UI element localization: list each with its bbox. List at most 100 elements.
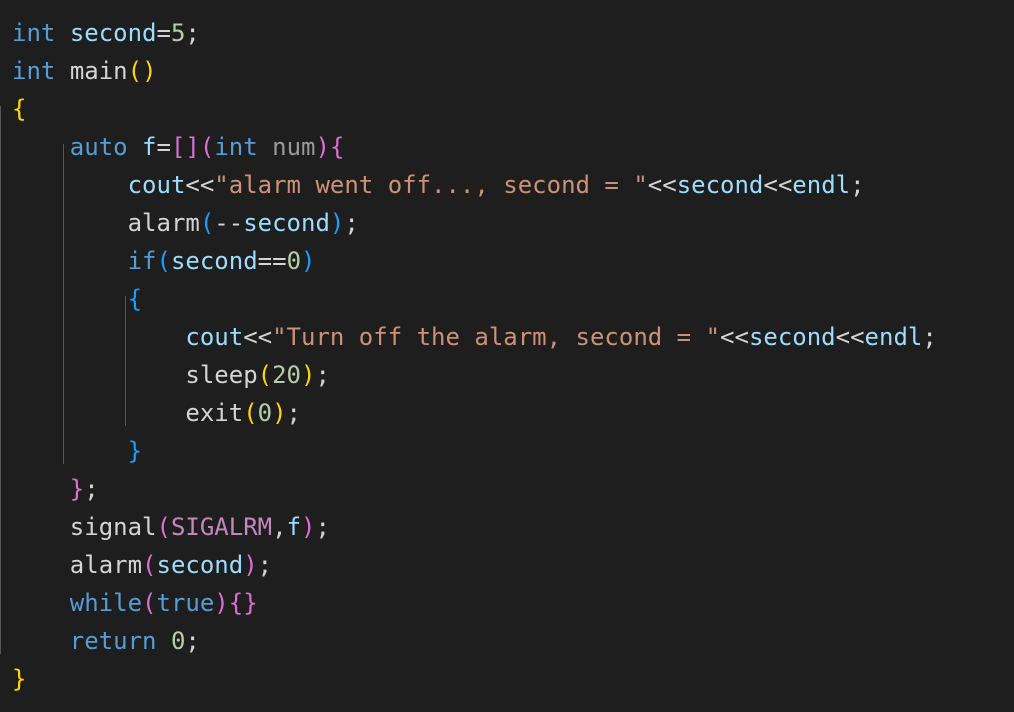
code-token: ) (272, 399, 287, 427)
code-line[interactable]: return 0; (12, 622, 1014, 660)
code-token: 0 (286, 247, 302, 275)
code-token: 5 (170, 19, 186, 47)
code-line[interactable]: { (12, 90, 1014, 128)
code-lines: int second=5; int main(){ auto f=[](int n… (12, 14, 1014, 698)
code-token: endl (792, 171, 851, 199)
code-line[interactable]: signal(SIGALRM,f); (12, 508, 1014, 546)
code-token: f (286, 513, 302, 541)
code-token: second (170, 247, 258, 275)
code-token: SIGALRM (170, 513, 273, 541)
code-token: ) (301, 247, 316, 275)
code-token: true (156, 589, 215, 617)
code-token: ( (199, 133, 215, 161)
code-line[interactable]: auto f=[](int num){ (12, 128, 1014, 166)
code-token: ; (922, 323, 937, 351)
code-token: ; (286, 399, 301, 427)
code-token: } (127, 437, 143, 465)
code-token: return (69, 627, 157, 655)
code-token: f (142, 133, 157, 161)
code-token: ; (850, 171, 865, 199)
code-token: } (12, 665, 27, 693)
code-token: ( (156, 247, 171, 275)
code-token: << (647, 171, 677, 199)
code-token: } (69, 475, 85, 503)
code-token: alarm (127, 209, 200, 237)
code-token: = (156, 19, 171, 47)
code-token: = (156, 133, 171, 161)
code-line[interactable]: if(second==0) (12, 242, 1014, 280)
code-token: == (257, 247, 287, 275)
code-token: ( (156, 513, 171, 541)
code-token: ( (142, 551, 157, 579)
code-token: ; (185, 19, 200, 47)
code-line[interactable]: alarm(second); (12, 546, 1014, 584)
code-line[interactable]: while(true){} (12, 584, 1014, 622)
code-line[interactable]: sleep(20); (12, 356, 1014, 394)
code-token: ] (185, 133, 200, 161)
indent-guide-level-1 (0, 106, 1, 654)
code-token: "Turn off the alarm, second = " (272, 323, 721, 351)
code-line[interactable]: alarm(--second); (12, 204, 1014, 242)
code-token: num (272, 133, 316, 161)
code-token: second (243, 209, 330, 237)
code-token: int (12, 57, 56, 85)
code-line[interactable]: cout<<"alarm went off..., second = "<<se… (12, 166, 1014, 204)
code-token: { (12, 95, 27, 123)
code-token: signal (69, 513, 157, 541)
code-token: auto (69, 133, 128, 161)
code-line[interactable]: int main() (12, 52, 1014, 90)
code-token: } (243, 589, 258, 617)
code-token: int (12, 19, 56, 47)
code-token: ) (142, 57, 157, 85)
code-token: ; (84, 475, 99, 503)
code-line[interactable]: }; (12, 470, 1014, 508)
code-editor[interactable]: int second=5; int main(){ auto f=[](int n… (0, 0, 1014, 712)
code-token: cout (127, 171, 186, 199)
code-line[interactable]: { (12, 280, 1014, 318)
code-token: << (185, 171, 215, 199)
code-token: second (69, 19, 157, 47)
code-token: ) (315, 133, 330, 161)
code-token: -- (214, 209, 244, 237)
code-token: 20 (272, 361, 301, 389)
code-token: { (329, 133, 345, 161)
code-token: ) (243, 551, 258, 579)
code-token: second (156, 551, 244, 579)
code-line[interactable]: int second=5; (12, 14, 1014, 52)
code-token: << (720, 323, 749, 351)
code-token: ( (142, 589, 157, 617)
code-token: 0 (170, 627, 186, 655)
code-token: second (748, 323, 836, 351)
code-content[interactable]: int second=5; int main(){ auto f=[](int n… (0, 0, 1014, 698)
code-token: ( (127, 57, 143, 85)
code-token: << (763, 171, 793, 199)
code-token: ) (214, 589, 229, 617)
code-token: endl (864, 323, 923, 351)
code-token: ; (344, 209, 359, 237)
code-line[interactable]: cout<<"Turn off the alarm, second = "<<s… (12, 318, 1014, 356)
code-line[interactable]: exit(0); (12, 394, 1014, 432)
code-token: ; (257, 551, 273, 579)
code-token: ( (257, 361, 273, 389)
code-token: ) (301, 513, 316, 541)
code-token: ) (329, 209, 345, 237)
code-token: if (127, 247, 157, 275)
code-token: << (243, 323, 273, 351)
code-line[interactable]: } (12, 660, 1014, 698)
code-line[interactable]: } (12, 432, 1014, 470)
code-token: "alarm went off..., second = " (214, 171, 648, 199)
